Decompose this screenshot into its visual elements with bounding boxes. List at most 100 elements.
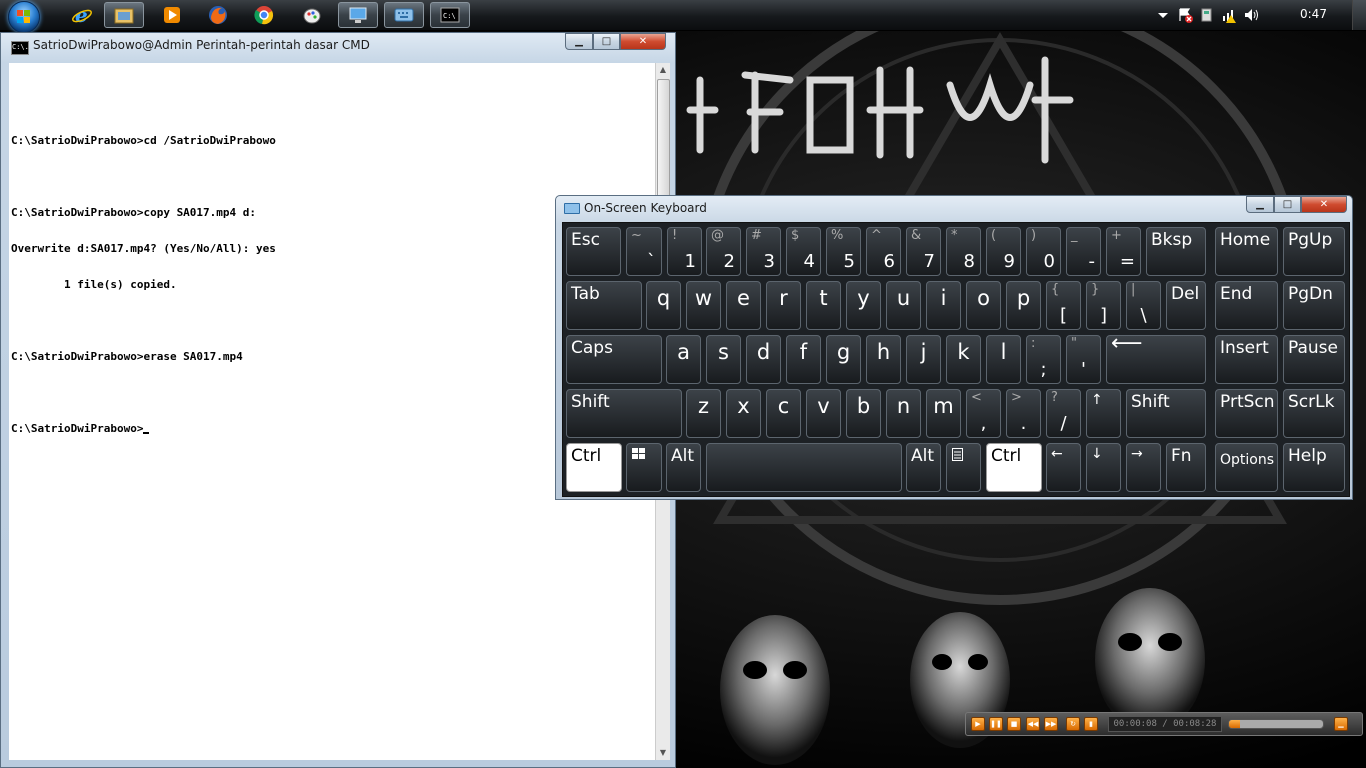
repeat-button[interactable]: ↻ <box>1066 717 1080 731</box>
key-esc[interactable]: Esc <box>566 227 621 276</box>
help-button[interactable]: Help <box>1283 443 1345 492</box>
key-equals[interactable]: + = <box>1106 227 1141 276</box>
key-slash[interactable]: ? / <box>1046 389 1081 438</box>
key-arrow-down[interactable]: ↓ <box>1086 443 1121 492</box>
taskbar-command-prompt[interactable]: C:\ <box>430 2 470 28</box>
key-a[interactable]: a <box>666 335 701 384</box>
key-backspace[interactable]: Bksp <box>1146 227 1206 276</box>
key-pgup[interactable]: PgUp <box>1283 227 1345 276</box>
taskbar-internet-explorer[interactable]: e <box>62 2 102 28</box>
key-3[interactable]: #3 <box>746 227 781 276</box>
key-x[interactable]: x <box>726 389 761 438</box>
rewind-button[interactable]: ◀◀ <box>1026 717 1040 731</box>
key-8[interactable]: * 8 <box>946 227 981 276</box>
key-f[interactable]: f <box>786 335 821 384</box>
key-quote[interactable]: " ' <box>1066 335 1101 384</box>
key-arrow-up[interactable]: ↑ <box>1086 389 1121 438</box>
key-minus[interactable]: _ - <box>1066 227 1101 276</box>
seek-bar[interactable] <box>1228 719 1324 729</box>
key-g[interactable]: g <box>826 335 861 384</box>
key-i[interactable]: i <box>926 281 961 330</box>
pause-button[interactable]: ❚❚ <box>989 717 1003 731</box>
key-semicolon[interactable]: :; <box>1026 335 1061 384</box>
key-space[interactable] <box>706 443 902 492</box>
key-z[interactable]: z <box>686 389 721 438</box>
osk-close-button[interactable]: ✕ <box>1301 196 1347 213</box>
key-9[interactable]: (9 <box>986 227 1021 276</box>
key-n[interactable]: n <box>886 389 921 438</box>
key-e[interactable]: e <box>726 281 761 330</box>
key-shift-right[interactable]: Shift <box>1126 389 1206 438</box>
key-2[interactable]: @2 <box>706 227 741 276</box>
key-k[interactable]: k <box>946 335 981 384</box>
key-y[interactable]: y <box>846 281 881 330</box>
key-left-bracket[interactable]: {[ <box>1046 281 1081 330</box>
taskbar-remote-desktop[interactable] <box>338 2 378 28</box>
play-button[interactable]: ▶ <box>971 717 985 731</box>
key-ctrl-left[interactable]: Ctrl <box>566 443 622 492</box>
key-o[interactable]: o <box>966 281 1001 330</box>
osk-minimize-button[interactable]: ▁ <box>1246 196 1274 213</box>
key-tab[interactable]: Tab <box>566 281 642 330</box>
key-u[interactable]: u <box>886 281 921 330</box>
key-fn[interactable]: Fn <box>1166 443 1206 492</box>
key-q[interactable]: q <box>646 281 681 330</box>
key-c[interactable]: c <box>766 389 801 438</box>
taskbar-media-player[interactable] <box>152 2 192 28</box>
action-center-icon[interactable] <box>1177 7 1193 23</box>
key-end[interactable]: End <box>1215 281 1278 330</box>
taskbar-paint[interactable] <box>292 2 332 28</box>
taskbar-firefox[interactable] <box>198 2 238 28</box>
key-l[interactable]: l <box>986 335 1021 384</box>
key-alt-left[interactable]: Alt <box>666 443 701 492</box>
key-m[interactable]: m <box>926 389 961 438</box>
player-menu-button[interactable]: ▁ <box>1334 717 1348 731</box>
options-button[interactable]: Options <box>1215 443 1278 492</box>
key-4[interactable]: $4 <box>786 227 821 276</box>
key-j[interactable]: j <box>906 335 941 384</box>
key-d[interactable]: d <box>746 335 781 384</box>
key-menu[interactable] <box>946 443 981 492</box>
scroll-up-arrow-icon[interactable]: ▲ <box>656 63 670 77</box>
key-backtick[interactable]: ~ ` <box>626 227 662 276</box>
safely-remove-hardware-icon[interactable] <box>1199 7 1215 23</box>
key-w[interactable]: w <box>686 281 721 330</box>
key-shift-left[interactable]: Shift <box>566 389 682 438</box>
scroll-down-arrow-icon[interactable]: ▼ <box>656 746 670 760</box>
key-pause[interactable]: Pause <box>1283 335 1345 384</box>
key-1[interactable]: ! 1 <box>667 227 702 276</box>
key-prtscn[interactable]: PrtScn <box>1215 389 1278 438</box>
key-arrow-right[interactable]: → <box>1126 443 1161 492</box>
stop-button[interactable]: ■ <box>1007 717 1021 731</box>
key-scrlk[interactable]: ScrLk <box>1283 389 1345 438</box>
key-enter[interactable]: ⟵ <box>1106 335 1206 384</box>
cmd-minimize-button[interactable]: ▁ <box>565 33 593 50</box>
taskbar-on-screen-keyboard[interactable] <box>384 2 424 28</box>
start-button[interactable] <box>8 1 40 33</box>
key-insert[interactable]: Insert <box>1215 335 1278 384</box>
key-t[interactable]: t <box>806 281 841 330</box>
key-caps[interactable]: Caps <box>566 335 662 384</box>
key-0[interactable]: ) 0 <box>1026 227 1061 276</box>
key-windows[interactable] <box>626 443 662 492</box>
key-arrow-left[interactable]: ← <box>1046 443 1081 492</box>
volume-icon[interactable] <box>1243 7 1259 23</box>
key-h[interactable]: h <box>866 335 901 384</box>
equalizer-button[interactable]: ▮ <box>1084 717 1098 731</box>
key-home[interactable]: Home <box>1215 227 1278 276</box>
key-period[interactable]: >. <box>1006 389 1041 438</box>
network-warning-icon[interactable] <box>1221 7 1237 23</box>
taskbar-clock[interactable]: 0:47 <box>1300 0 1327 30</box>
cmd-window-icon[interactable]: C:\. <box>11 41 29 55</box>
key-v[interactable]: v <box>806 389 841 438</box>
key-7[interactable]: & 7 <box>906 227 941 276</box>
show-hidden-icons-icon[interactable] <box>1155 7 1171 23</box>
key-ctrl-right[interactable]: Ctrl <box>986 443 1042 492</box>
key-r[interactable]: r <box>766 281 801 330</box>
osk-maximize-button[interactable]: □ <box>1274 196 1301 213</box>
taskbar-chrome[interactable] <box>244 2 284 28</box>
key-backslash[interactable]: | \ <box>1126 281 1161 330</box>
key-5[interactable]: % 5 <box>826 227 861 276</box>
key-right-bracket[interactable]: }] <box>1086 281 1121 330</box>
key-alt-right[interactable]: Alt <box>906 443 941 492</box>
